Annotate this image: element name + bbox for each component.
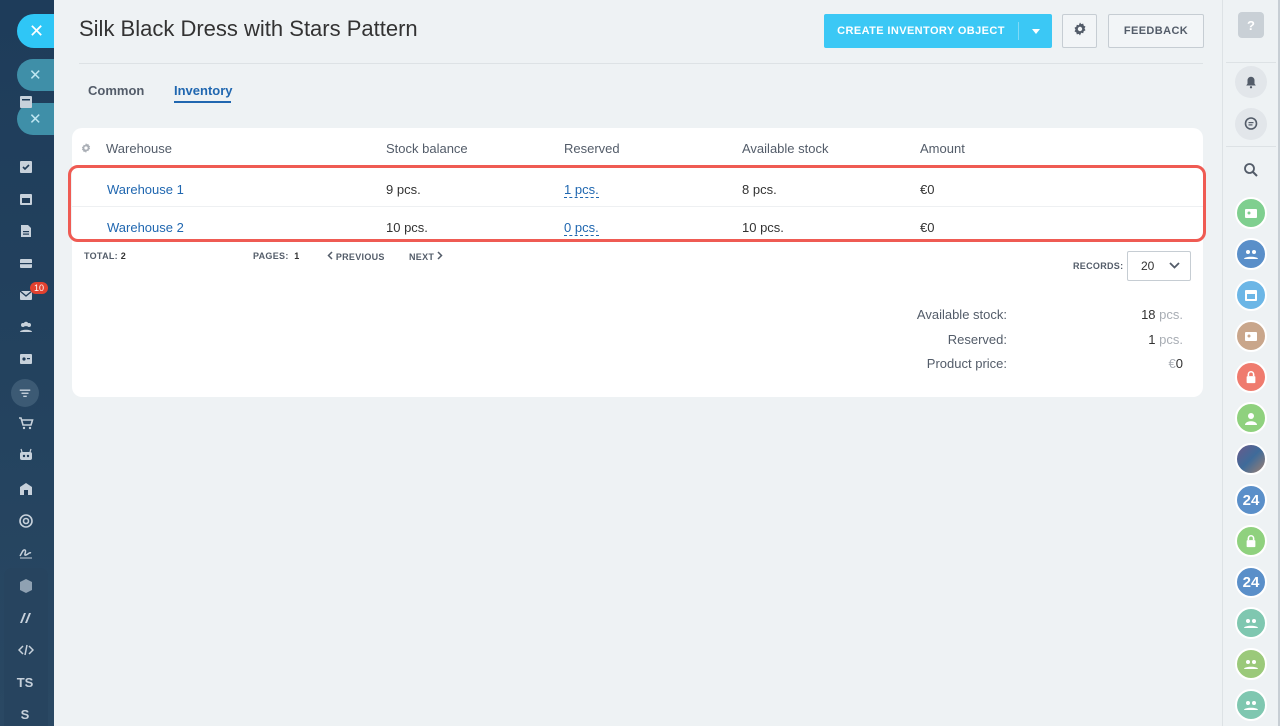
summary-price-value: €0 bbox=[1169, 356, 1183, 371]
employees-icon[interactable] bbox=[14, 315, 38, 339]
pages-value: 1 bbox=[294, 251, 300, 261]
column-header-stock-balance[interactable]: Stock balance bbox=[386, 141, 468, 156]
next-label: NEXT bbox=[409, 252, 435, 262]
summary-reserved-number: 1 bbox=[1148, 332, 1156, 347]
contacts-icon[interactable] bbox=[14, 347, 38, 371]
messenger-icon[interactable] bbox=[1235, 108, 1267, 140]
summary-reserved-unit: pcs. bbox=[1159, 332, 1183, 347]
next-page-button[interactable]: NEXT bbox=[409, 251, 443, 262]
active-tab-indicator bbox=[174, 101, 231, 103]
market-icon[interactable] bbox=[14, 606, 38, 630]
header-divider bbox=[79, 63, 1203, 64]
lock-chat-avatar-2[interactable] bbox=[1235, 525, 1267, 557]
total-count: TOTAL: 2 bbox=[84, 251, 126, 261]
bitrix24-label: 24 bbox=[1242, 491, 1260, 509]
left-sidebar: ✕ ✕ ✕ 10 TS S bbox=[0, 0, 54, 726]
summary-available-label: Available stock: bbox=[916, 307, 1007, 322]
bitrix24-avatar-2[interactable]: 24 bbox=[1235, 566, 1267, 598]
total-label: TOTAL: bbox=[84, 251, 118, 261]
summary-reserved-value: 1 pcs. bbox=[1148, 332, 1183, 347]
cube-icon[interactable] bbox=[14, 574, 38, 598]
summary-price-number: 0 bbox=[1175, 356, 1183, 371]
rows-highlight-frame bbox=[68, 165, 1206, 242]
column-header-reserved[interactable]: Reserved bbox=[564, 141, 620, 156]
notifications-icon[interactable] bbox=[1235, 66, 1267, 98]
cart-icon[interactable] bbox=[14, 411, 38, 435]
close-slider-button[interactable]: ✕ bbox=[17, 14, 54, 48]
sidebar-item-s[interactable]: S bbox=[0, 707, 50, 722]
photo-avatar[interactable] bbox=[1235, 443, 1267, 475]
developer-icon[interactable] bbox=[14, 638, 38, 662]
bitrix24-label-2: 24 bbox=[1242, 573, 1260, 591]
chevron-left-icon bbox=[327, 251, 336, 262]
group-chat-avatar-4[interactable] bbox=[1235, 689, 1267, 721]
feed-icon[interactable] bbox=[14, 90, 38, 114]
user-avatar[interactable] bbox=[1235, 402, 1267, 434]
column-settings-icon[interactable] bbox=[80, 141, 92, 159]
previous-label: PREVIOUS bbox=[335, 252, 385, 262]
calendar-chat-avatar[interactable] bbox=[1235, 279, 1267, 311]
column-header-amount[interactable]: Amount bbox=[920, 141, 965, 156]
feedback-button[interactable]: FEEDBACK bbox=[1108, 14, 1204, 48]
target-icon[interactable] bbox=[14, 509, 38, 533]
create-inventory-object-label[interactable]: CREATE INVENTORY OBJECT bbox=[824, 14, 1018, 48]
search-icon[interactable] bbox=[1235, 154, 1267, 186]
chevron-down-icon[interactable] bbox=[1019, 14, 1052, 48]
lock-chat-avatar[interactable] bbox=[1235, 361, 1267, 393]
tab-inventory[interactable]: Inventory bbox=[174, 83, 233, 98]
records-per-page-select[interactable]: 20 bbox=[1127, 251, 1191, 281]
help-button[interactable]: ? bbox=[1238, 12, 1264, 38]
document-icon[interactable] bbox=[14, 219, 38, 243]
tasks-icon[interactable] bbox=[14, 155, 38, 179]
gear-icon bbox=[1072, 21, 1088, 42]
column-header-warehouse[interactable]: Warehouse bbox=[106, 141, 172, 156]
group-chat-avatar-2[interactable] bbox=[1235, 607, 1267, 639]
mail-badge: 10 bbox=[30, 282, 49, 294]
robot-icon[interactable] bbox=[14, 443, 38, 467]
summary-available-number: 18 bbox=[1141, 307, 1156, 322]
store-icon[interactable] bbox=[14, 477, 38, 501]
chevron-right-icon bbox=[437, 251, 443, 262]
drive-icon[interactable] bbox=[14, 251, 38, 275]
pages-count: PAGES: 1 bbox=[253, 251, 300, 261]
crm-filter-icon[interactable] bbox=[11, 379, 39, 407]
page-title: Silk Black Dress with Stars Pattern bbox=[79, 16, 418, 41]
sidebar-item-ts[interactable]: TS bbox=[0, 675, 50, 690]
summary-reserved-label: Reserved: bbox=[947, 332, 1007, 347]
total-value: 2 bbox=[120, 251, 127, 261]
pages-label: PAGES: bbox=[253, 251, 289, 261]
calendar-icon[interactable] bbox=[14, 187, 38, 211]
summary-available-unit: pcs. bbox=[1159, 307, 1183, 322]
contact-card-avatar[interactable] bbox=[1235, 197, 1267, 229]
right-sidebar-divider bbox=[1226, 146, 1276, 147]
column-header-available-stock[interactable]: Available stock bbox=[742, 141, 828, 156]
summary-price-label: Product price: bbox=[926, 356, 1007, 371]
summary-price-currency: € bbox=[1168, 356, 1176, 371]
signature-icon[interactable] bbox=[14, 540, 38, 564]
right-sidebar-divider bbox=[1226, 62, 1276, 63]
summary-available-value: 18 pcs. bbox=[1141, 307, 1183, 322]
close-slider-button-2[interactable]: ✕ bbox=[17, 59, 54, 91]
tab-common[interactable]: Common bbox=[88, 83, 144, 98]
previous-page-button[interactable]: PREVIOUS bbox=[327, 251, 385, 262]
contact-card-avatar-2[interactable] bbox=[1235, 320, 1267, 352]
create-inventory-object-button[interactable]: CREATE INVENTORY OBJECT bbox=[824, 14, 1052, 48]
bitrix24-avatar[interactable]: 24 bbox=[1235, 484, 1267, 516]
settings-button[interactable] bbox=[1062, 14, 1097, 48]
group-chat-avatar-3[interactable] bbox=[1235, 648, 1267, 680]
records-value: 20 bbox=[1141, 259, 1155, 273]
records-label: RECORDS: bbox=[1073, 261, 1124, 271]
group-chat-avatar[interactable] bbox=[1235, 238, 1267, 270]
